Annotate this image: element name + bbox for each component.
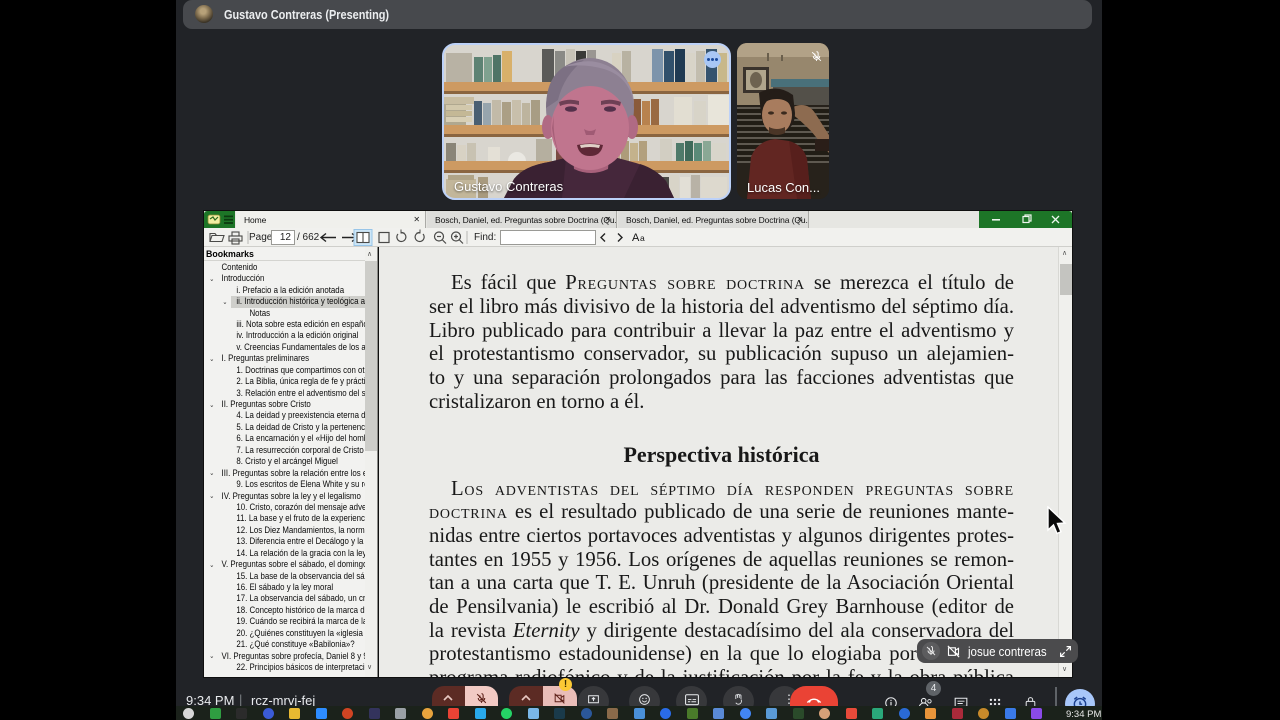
svg-text:a: a <box>640 233 645 243</box>
svg-text:A: A <box>632 232 640 244</box>
